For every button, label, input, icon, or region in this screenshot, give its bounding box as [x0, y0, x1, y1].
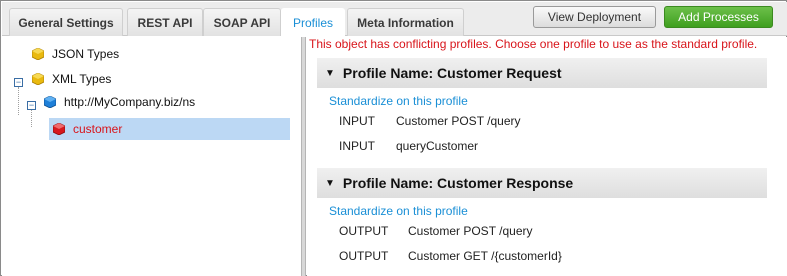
tab-meta-information[interactable]: Meta Information — [347, 8, 464, 36]
blue-cube-icon — [43, 95, 57, 109]
tab-rest-api[interactable]: REST API — [127, 8, 203, 36]
add-processes-button[interactable]: Add Processes — [664, 6, 773, 28]
pane-splitter[interactable] — [301, 37, 306, 276]
red-cube-icon — [52, 122, 66, 136]
profile-row-value: Customer POST /query — [408, 224, 533, 238]
tree-item-label: http://MyCompany.biz/ns — [64, 95, 196, 109]
profile-header-customer-response[interactable]: ▼ Profile Name: Customer Response — [317, 168, 767, 198]
tree-item-xml-types[interactable]: XML Types — [31, 68, 112, 90]
profile-row-value: queryCustomer — [396, 139, 479, 153]
profile-row-direction: INPUT — [339, 114, 375, 128]
tree-item-json-types[interactable]: JSON Types — [31, 43, 120, 65]
tab-general-settings[interactable]: General Settings — [9, 8, 123, 36]
profile-details: This object has conflicting profiles. Ch… — [307, 37, 787, 276]
profile-row-direction: OUTPUT — [339, 249, 389, 263]
profile-header-customer-request[interactable]: ▼ Profile Name: Customer Request — [317, 58, 767, 88]
yellow-cube-icon — [31, 47, 45, 61]
conflict-message: This object has conflicting profiles. Ch… — [309, 37, 758, 51]
type-tree: JSON Types − XML Types − http://MyCompan… — [2, 37, 302, 276]
profile-row-direction: OUTPUT — [339, 224, 389, 238]
tree-item-namespace[interactable]: http://MyCompany.biz/ns — [43, 91, 196, 113]
profile-row-direction: INPUT — [339, 139, 375, 153]
collapse-toggle[interactable]: − — [27, 101, 36, 110]
profile-name: Profile Name: Customer Request — [342, 65, 562, 81]
tab-bar: General Settings REST API SOAP API Profi… — [2, 2, 787, 37]
view-deployment-button[interactable]: View Deployment — [533, 6, 656, 28]
collapse-triangle-icon: ▼ — [325, 67, 335, 79]
yellow-cube-icon — [31, 72, 45, 86]
tree-item-label: JSON Types — [52, 47, 120, 61]
tab-profiles[interactable]: Profiles — [281, 8, 345, 37]
standardize-link[interactable]: Standardize on this profile — [329, 204, 468, 218]
profile-name: Profile Name: Customer Response — [342, 175, 574, 191]
tree-item-label: customer — [73, 122, 123, 136]
tree-item-customer[interactable]: customer — [52, 118, 123, 140]
tree-connector — [31, 109, 32, 127]
tab-soap-api[interactable]: SOAP API — [203, 8, 281, 36]
profile-row-value: Customer GET /{customerId} — [408, 249, 562, 263]
collapse-triangle-icon: ▼ — [325, 177, 335, 189]
tree-item-label: XML Types — [52, 72, 112, 86]
profile-row-value: Customer POST /query — [396, 114, 521, 128]
collapse-toggle[interactable]: − — [14, 78, 23, 87]
profiles-panel: General Settings REST API SOAP API Profi… — [0, 0, 787, 276]
standardize-link[interactable]: Standardize on this profile — [329, 94, 468, 108]
tree-connector — [18, 87, 19, 115]
